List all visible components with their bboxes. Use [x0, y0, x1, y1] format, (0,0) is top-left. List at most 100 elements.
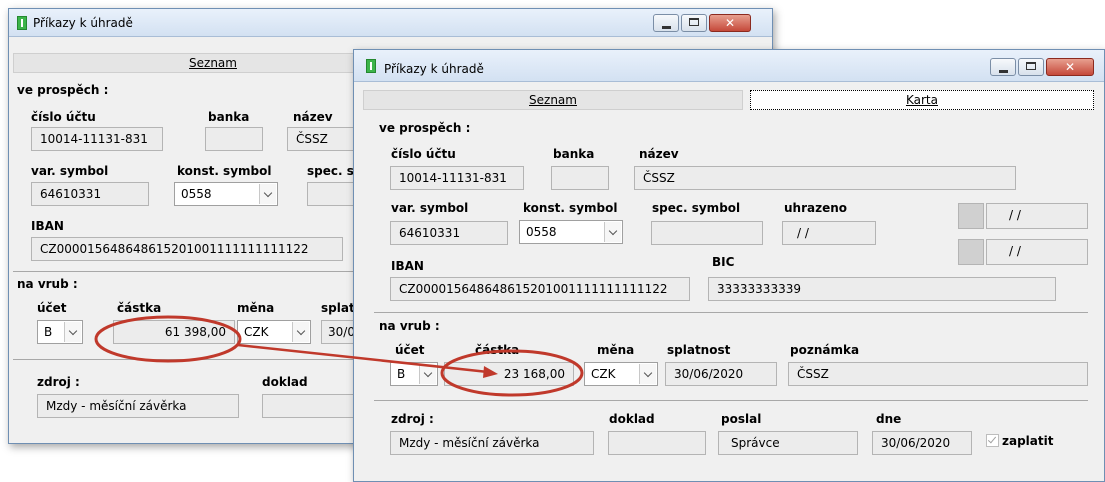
label-mena: měna: [597, 343, 635, 357]
mena-value: CZK: [244, 325, 269, 339]
konst-symbol-value: 0558: [181, 187, 212, 201]
label-spec-symbol: spec. s: [307, 164, 354, 178]
date-a-field[interactable]: / /: [986, 203, 1088, 229]
ucet-select[interactable]: B: [390, 362, 438, 386]
window-title: Příkazy k úhradě: [33, 16, 133, 30]
iban-field[interactable]: CZ000015648648615201001111111111122: [31, 237, 343, 261]
zdroj-field[interactable]: Mzdy - měsíční závěrka: [390, 431, 594, 455]
section-ve-prospech: ve prospěch :: [379, 121, 471, 135]
label-konst-symbol: konst. symbol: [177, 164, 272, 178]
minimize-icon: [661, 26, 671, 29]
konst-symbol-select[interactable]: 0558: [174, 182, 278, 206]
label-iban: IBAN: [391, 259, 424, 273]
section-na-vrub: na vrub :: [17, 277, 78, 291]
ucet-dropdown[interactable]: [419, 364, 436, 384]
section-na-vrub: na vrub :: [379, 319, 440, 333]
banka-field[interactable]: [205, 127, 263, 151]
ucet-select[interactable]: B: [37, 320, 83, 344]
castka-field[interactable]: 23 168,00: [444, 362, 574, 386]
ucet-value: B: [397, 367, 406, 381]
app-icon: [17, 16, 27, 30]
label-ucet: účet: [395, 343, 425, 357]
minimize-button[interactable]: [653, 14, 679, 32]
divider: [374, 400, 1088, 401]
close-icon: ✕: [724, 16, 736, 30]
label-bic: BIC: [712, 255, 735, 269]
poslal-field[interactable]: Správce: [718, 431, 858, 455]
poznamka-field[interactable]: ČSSZ: [788, 362, 1088, 386]
chevron-down-icon: [643, 368, 653, 378]
label-zdroj: zdroj :: [37, 375, 80, 389]
ucet-dropdown[interactable]: [64, 322, 81, 342]
konst-symbol-value: 0558: [526, 225, 557, 239]
var-symbol-field[interactable]: 64610331: [390, 221, 508, 245]
banka-field[interactable]: [551, 166, 609, 190]
label-spec-symbol: spec. symbol: [652, 201, 741, 215]
divider: [13, 359, 355, 360]
label-poznamka: poznámka: [790, 343, 860, 357]
spec-symbol-field[interactable]: [307, 182, 357, 206]
chevron-down-icon: [68, 326, 78, 336]
label-cislo-uctu: číslo účtu: [31, 110, 96, 124]
label-splatnost: splat: [321, 301, 355, 315]
minimize-button[interactable]: [990, 58, 1016, 76]
chevron-down-icon: [296, 326, 306, 336]
window-title: Příkazy k úhradě: [384, 62, 484, 76]
iban-field[interactable]: CZ000015648648615201001111111111122: [390, 277, 690, 301]
label-var-symbol: var. symbol: [31, 164, 109, 178]
zaplatit-label: zaplatit: [1002, 434, 1054, 448]
zaplatit-checkbox[interactable]: [986, 434, 999, 447]
tab-seznam[interactable]: Seznam: [363, 90, 743, 110]
ucet-value: B: [44, 325, 53, 339]
mena-dropdown[interactable]: [292, 322, 309, 342]
label-mena: měna: [237, 301, 275, 315]
date-b-button[interactable]: [958, 239, 984, 265]
app-icon: [366, 59, 376, 73]
date-a-button[interactable]: [958, 203, 984, 229]
label-dne: dne: [876, 412, 902, 426]
zdroj-field[interactable]: Mzdy - měsíční závěrka: [37, 394, 239, 418]
front-titlebar: Příkazy k úhradě ✕: [354, 50, 1104, 82]
label-doklad: doklad: [609, 412, 655, 426]
front-window: Příkazy k úhradě ✕ Seznam Karta ve prosp…: [353, 49, 1105, 482]
mena-dropdown[interactable]: [639, 364, 656, 384]
maximize-button[interactable]: [1018, 58, 1044, 76]
label-doklad: doklad: [262, 375, 308, 389]
nazev-field[interactable]: ČSSZ: [287, 127, 357, 151]
doklad-field[interactable]: [262, 394, 357, 418]
label-banka: banka: [553, 147, 595, 161]
mena-select[interactable]: CZK: [584, 362, 658, 386]
maximize-button[interactable]: [681, 14, 707, 32]
label-cislo-uctu: číslo účtu: [391, 147, 456, 161]
tab-karta[interactable]: Karta: [750, 90, 1094, 110]
konst-symbol-dropdown[interactable]: [604, 222, 621, 242]
cislo-uctu-field[interactable]: 10014-11131-831: [390, 166, 524, 190]
date-b-field[interactable]: / /: [986, 239, 1088, 265]
label-iban: IBAN: [31, 219, 64, 233]
label-banka: banka: [208, 110, 250, 124]
konst-symbol-select[interactable]: 0558: [519, 220, 623, 244]
close-button[interactable]: ✕: [709, 14, 751, 32]
label-nazev: název: [639, 147, 679, 161]
label-splatnost: splatnost: [667, 343, 731, 357]
label-zdroj: zdroj :: [391, 412, 434, 426]
chevron-down-icon: [608, 226, 618, 236]
spec-symbol-field[interactable]: [651, 221, 763, 245]
uhrazeno-field[interactable]: / /: [782, 221, 876, 245]
divider: [13, 271, 355, 272]
dne-field[interactable]: 30/06/2020: [872, 431, 972, 455]
close-button[interactable]: ✕: [1046, 58, 1094, 76]
var-symbol-field[interactable]: 64610331: [31, 182, 149, 206]
back-titlebar: Příkazy k úhradě ✕: [9, 9, 772, 37]
bic-field[interactable]: 33333333339: [708, 277, 1056, 301]
splatnost-field[interactable]: 30/0: [321, 320, 357, 344]
doklad-field[interactable]: [608, 431, 706, 455]
mena-select[interactable]: CZK: [237, 320, 311, 344]
splatnost-field[interactable]: 30/06/2020: [665, 362, 777, 386]
cislo-uctu-field[interactable]: 10014-11131-831: [31, 127, 163, 151]
nazev-field[interactable]: ČSSZ: [634, 166, 1016, 190]
label-poslal: poslal: [721, 412, 762, 426]
maximize-icon: [1026, 62, 1036, 70]
konst-symbol-dropdown[interactable]: [259, 184, 276, 204]
castka-field[interactable]: 61 398,00: [113, 320, 235, 344]
